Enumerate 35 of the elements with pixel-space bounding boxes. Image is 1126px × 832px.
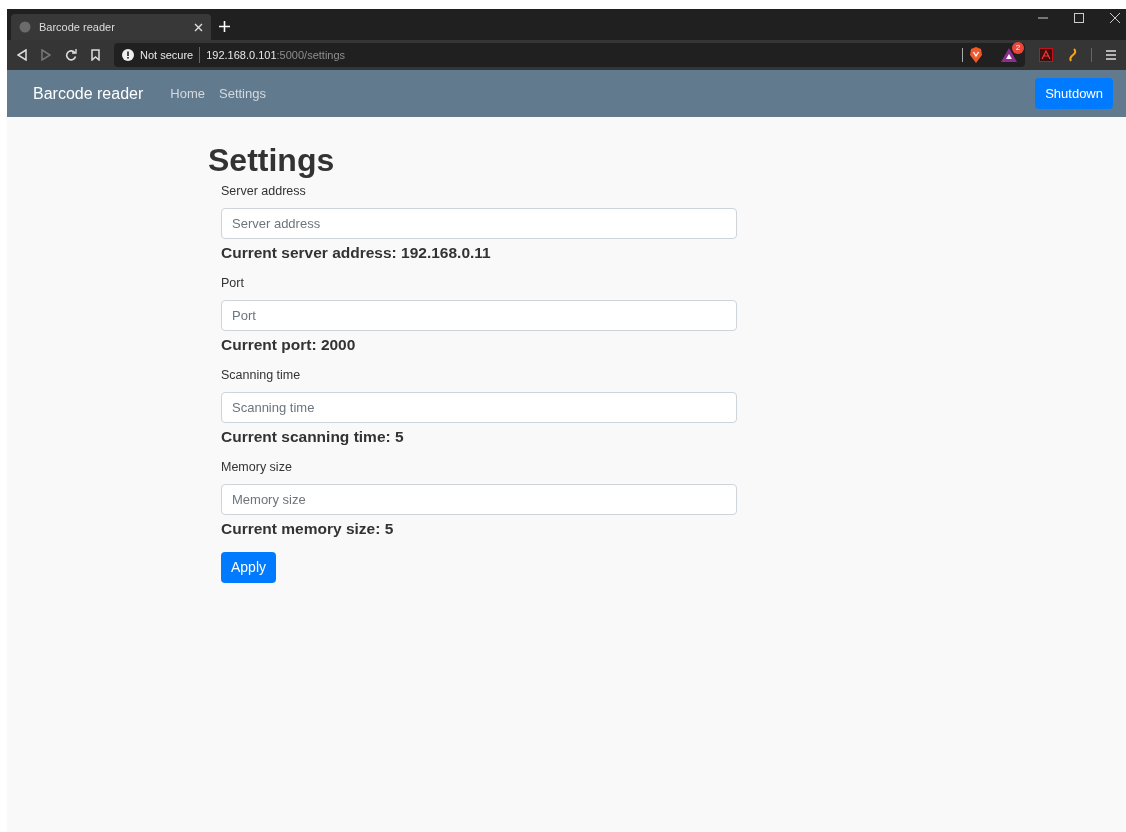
brand-title[interactable]: Barcode reader [33, 81, 144, 106]
warning-icon [122, 49, 134, 61]
input-field[interactable]: Scanning time [221, 391, 737, 423]
reload-icon[interactable] [65, 49, 77, 61]
apply-button[interactable]: Apply [221, 552, 277, 583]
nav-link[interactable]: Home [170, 83, 205, 104]
url-text: 192.168.0.101:5000/settings [206, 47, 346, 63]
close-window-icon[interactable] [1110, 13, 1120, 23]
field-label: Scanning time [221, 367, 302, 384]
current-value: Current memory size: 5 [221, 518, 395, 539]
menu-icon[interactable] [1106, 50, 1116, 60]
pdf-icon[interactable] [1039, 48, 1053, 62]
input-field[interactable]: Port [221, 299, 737, 331]
current-value: Current server address: 192.168.0.11 [221, 242, 492, 263]
close-icon[interactable] [194, 22, 203, 32]
forward-icon[interactable] [41, 49, 51, 61]
security-label: Not secure [140, 46, 201, 64]
new-tab-icon[interactable] [219, 21, 230, 32]
field-label: Server address [221, 183, 307, 200]
bookmark-icon[interactable] [91, 49, 100, 61]
field-label: Port [221, 275, 245, 292]
page-title: Settings [208, 141, 336, 179]
shutdown-button[interactable]: Shutdown [1035, 78, 1113, 109]
tab-title: Barcode reader [39, 19, 116, 35]
maximize-icon[interactable] [1074, 13, 1084, 23]
current-value: Current port: 2000 [221, 334, 357, 355]
address-bar[interactable]: Not secure 192.168.0.101:5000/settings 2 [114, 43, 1025, 67]
current-value: Current scanning time: 5 [221, 426, 405, 447]
notification-badge: 2 [1012, 42, 1024, 54]
input-field[interactable]: Memory size [221, 483, 737, 515]
back-icon[interactable] [17, 49, 27, 61]
field-label: Memory size [221, 459, 293, 476]
browser-tab[interactable]: Barcode reader [11, 14, 211, 40]
nav-link[interactable]: Settings [219, 83, 266, 104]
input-field[interactable]: Server address [221, 207, 737, 239]
